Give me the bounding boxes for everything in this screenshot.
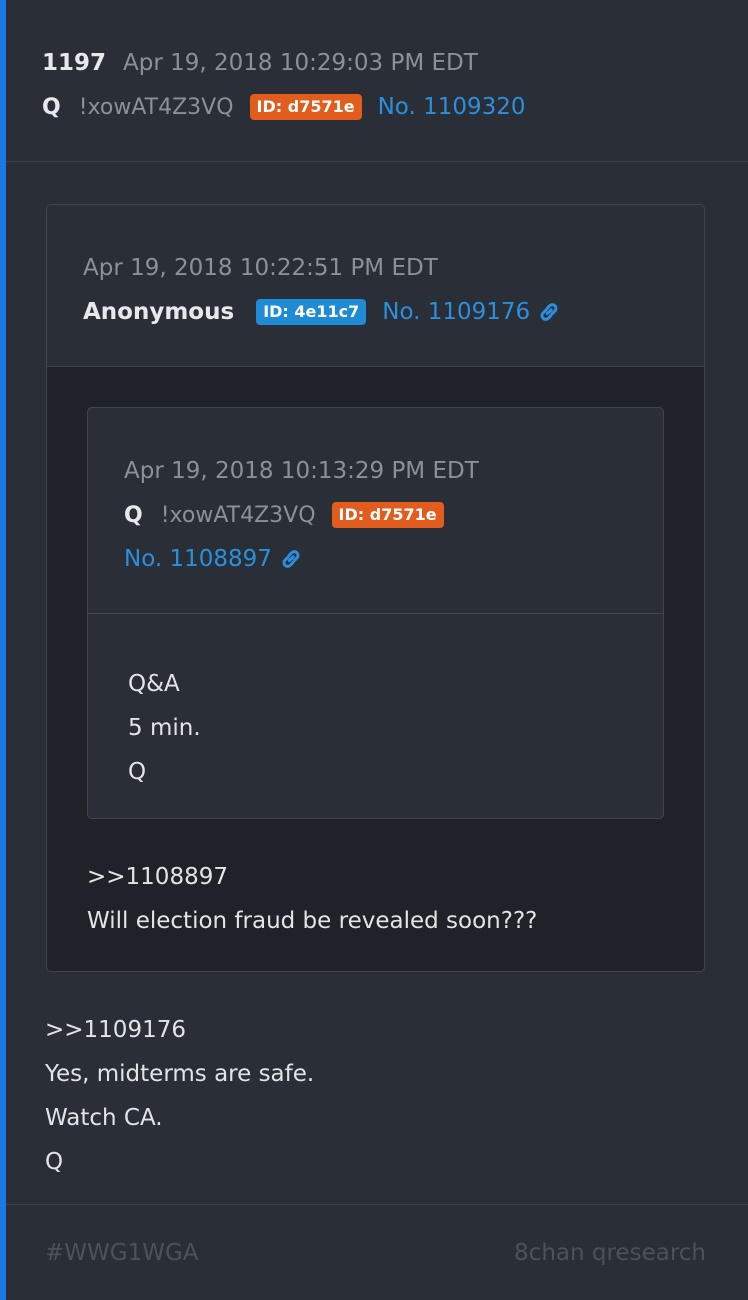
link-icon[interactable]	[536, 299, 562, 325]
post-footer: #WWG1WGA 8chan qresearch	[6, 1204, 748, 1300]
quoted-author-name: Anonymous	[83, 299, 235, 325]
nested-quoted-post: Apr 19, 2018 10:13:29 PM EDT Q !xowAT4Z3…	[87, 407, 664, 819]
nested-author-tripcode: !xowAT4Z3VQ	[160, 502, 316, 528]
post-card: 1197 Apr 19, 2018 10:29:03 PM EDT Q !xow…	[0, 0, 748, 1300]
body-line: Will election fraud be revealed soon???	[87, 908, 538, 934]
nested-post-body: Q&A 5 min. Q	[88, 614, 663, 794]
body-line: 5 min.	[128, 715, 201, 741]
body-line: Q	[45, 1149, 64, 1175]
source-label: 8chan qresearch	[514, 1239, 706, 1266]
post-author-row: Q !xowAT4Z3VQ ID: d7571e No. 1109320	[42, 90, 748, 124]
nested-post-header: Apr 19, 2018 10:13:29 PM EDT Q !xowAT4Z3…	[88, 408, 663, 614]
nested-author-name: Q	[124, 502, 143, 528]
hashtag: #WWG1WGA	[45, 1239, 199, 1266]
nested-id-badge: ID: d7571e	[331, 502, 444, 528]
post-body: >>1109176 Yes, midterms are safe. Watch …	[45, 1008, 314, 1184]
body-line: Yes, midterms are safe.	[45, 1061, 315, 1087]
post-date: Apr 19, 2018 10:29:03 PM EDT	[123, 50, 478, 76]
quoted-id-badge: ID: 4e11c7	[256, 299, 367, 325]
id-badge: ID: d7571e	[249, 94, 362, 120]
post-number-link[interactable]: No. 1109320	[378, 94, 526, 120]
reply-reference[interactable]: >>1108897	[87, 855, 537, 899]
author-tripcode: !xowAT4Z3VQ	[78, 94, 234, 120]
quoted-post-header: Apr 19, 2018 10:22:51 PM EDT Anonymous I…	[47, 205, 704, 367]
body-line: Watch CA.	[45, 1105, 163, 1131]
author-name: Q	[42, 94, 61, 120]
body-line: Q	[128, 759, 147, 785]
post-number: 1197	[42, 50, 107, 76]
reply-reference[interactable]: >>1109176	[45, 1008, 314, 1052]
nested-post-link[interactable]: No. 1108897	[124, 546, 272, 572]
quoted-post-body: >>1108897 Will election fraud be reveale…	[87, 855, 537, 943]
link-icon[interactable]	[278, 546, 304, 572]
body-line: Q&A	[128, 671, 180, 697]
post-header: 1197 Apr 19, 2018 10:29:03 PM EDT Q !xow…	[6, 0, 748, 162]
post-meta-row: 1197 Apr 19, 2018 10:29:03 PM EDT	[42, 46, 748, 80]
quoted-post-date: Apr 19, 2018 10:22:51 PM EDT	[83, 255, 438, 281]
quoted-post: Apr 19, 2018 10:22:51 PM EDT Anonymous I…	[46, 204, 705, 972]
quoted-post-link[interactable]: No. 1109176	[382, 299, 530, 325]
nested-post-date: Apr 19, 2018 10:13:29 PM EDT	[124, 458, 479, 484]
